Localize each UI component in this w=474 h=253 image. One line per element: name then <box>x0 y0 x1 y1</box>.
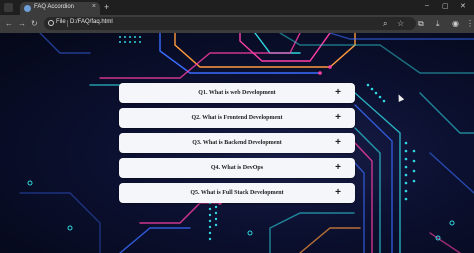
tab-close-icon[interactable]: × <box>92 3 96 10</box>
url-text[interactable]: D:/FAQ/faq.html <box>70 19 113 25</box>
site-info-icon[interactable] <box>48 20 54 26</box>
expand-plus-icon[interactable]: + <box>335 158 341 177</box>
faq-item-4[interactable]: Q4. What is DevOps + <box>119 158 355 178</box>
url-divider <box>67 20 68 27</box>
download-icon[interactable]: ⤓ <box>436 18 440 29</box>
expand-plus-icon[interactable]: + <box>335 133 341 152</box>
close-window-button[interactable]: ✕ <box>460 2 466 10</box>
new-tab-button[interactable]: + <box>104 1 109 13</box>
faq-accordion: Q1. What is web Development + Q2. What i… <box>119 83 355 208</box>
tab-title: FAQ Accordion <box>34 4 75 10</box>
faq-item-5[interactable]: Q5. What is Full Stack Development + <box>119 183 355 203</box>
extensions-icon[interactable]: ⧉ <box>418 18 424 29</box>
faq-item-2[interactable]: Q2. What is Frontend Development + <box>119 108 355 128</box>
reload-icon[interactable]: ↻ <box>31 18 38 29</box>
address-bar[interactable]: File D:/FAQ/faq.html ⌕ ☆ <box>44 17 416 30</box>
faq-question: Q1. What is web Development <box>198 90 276 96</box>
page-viewport: Q1. What is web Development + Q2. What i… <box>0 33 474 253</box>
tab-search-icon[interactable] <box>4 3 13 12</box>
more-menu-icon[interactable]: ⋮ <box>466 18 474 29</box>
back-arrow-icon[interactable]: ← <box>5 18 13 29</box>
bookmark-star-icon[interactable]: ☆ <box>397 18 404 29</box>
faq-question: Q2. What is Frontend Development <box>191 115 283 121</box>
zoom-icon[interactable]: ⌕ <box>383 18 387 29</box>
profile-icon[interactable]: ◉ <box>452 18 459 29</box>
browser-toolbar: ← → ↻ File D:/FAQ/faq.html ⌕ ☆ ⧉ ⤓ ◉ ⋮ <box>0 15 474 33</box>
maximize-button[interactable]: ▢ <box>442 2 449 10</box>
browser-tab[interactable]: FAQ Accordion × <box>20 2 100 15</box>
faq-question: Q3. What is Backend Development <box>192 140 282 146</box>
faq-question: Q4. What is DevOps <box>210 165 264 171</box>
url-scheme-label: File <box>56 19 66 25</box>
page-favicon-icon <box>24 5 31 12</box>
faq-question: Q5. What is Full Stack Development <box>190 190 284 196</box>
faq-item-3[interactable]: Q3. What is Backend Development + <box>119 133 355 153</box>
expand-plus-icon[interactable]: + <box>335 83 341 102</box>
minimize-button[interactable]: – <box>425 2 429 9</box>
tab-strip: FAQ Accordion × + – ▢ ✕ <box>0 0 474 15</box>
forward-arrow-icon[interactable]: → <box>18 18 26 29</box>
faq-item-1[interactable]: Q1. What is web Development + <box>119 83 355 103</box>
expand-plus-icon[interactable]: + <box>335 183 341 202</box>
expand-plus-icon[interactable]: + <box>335 108 341 127</box>
